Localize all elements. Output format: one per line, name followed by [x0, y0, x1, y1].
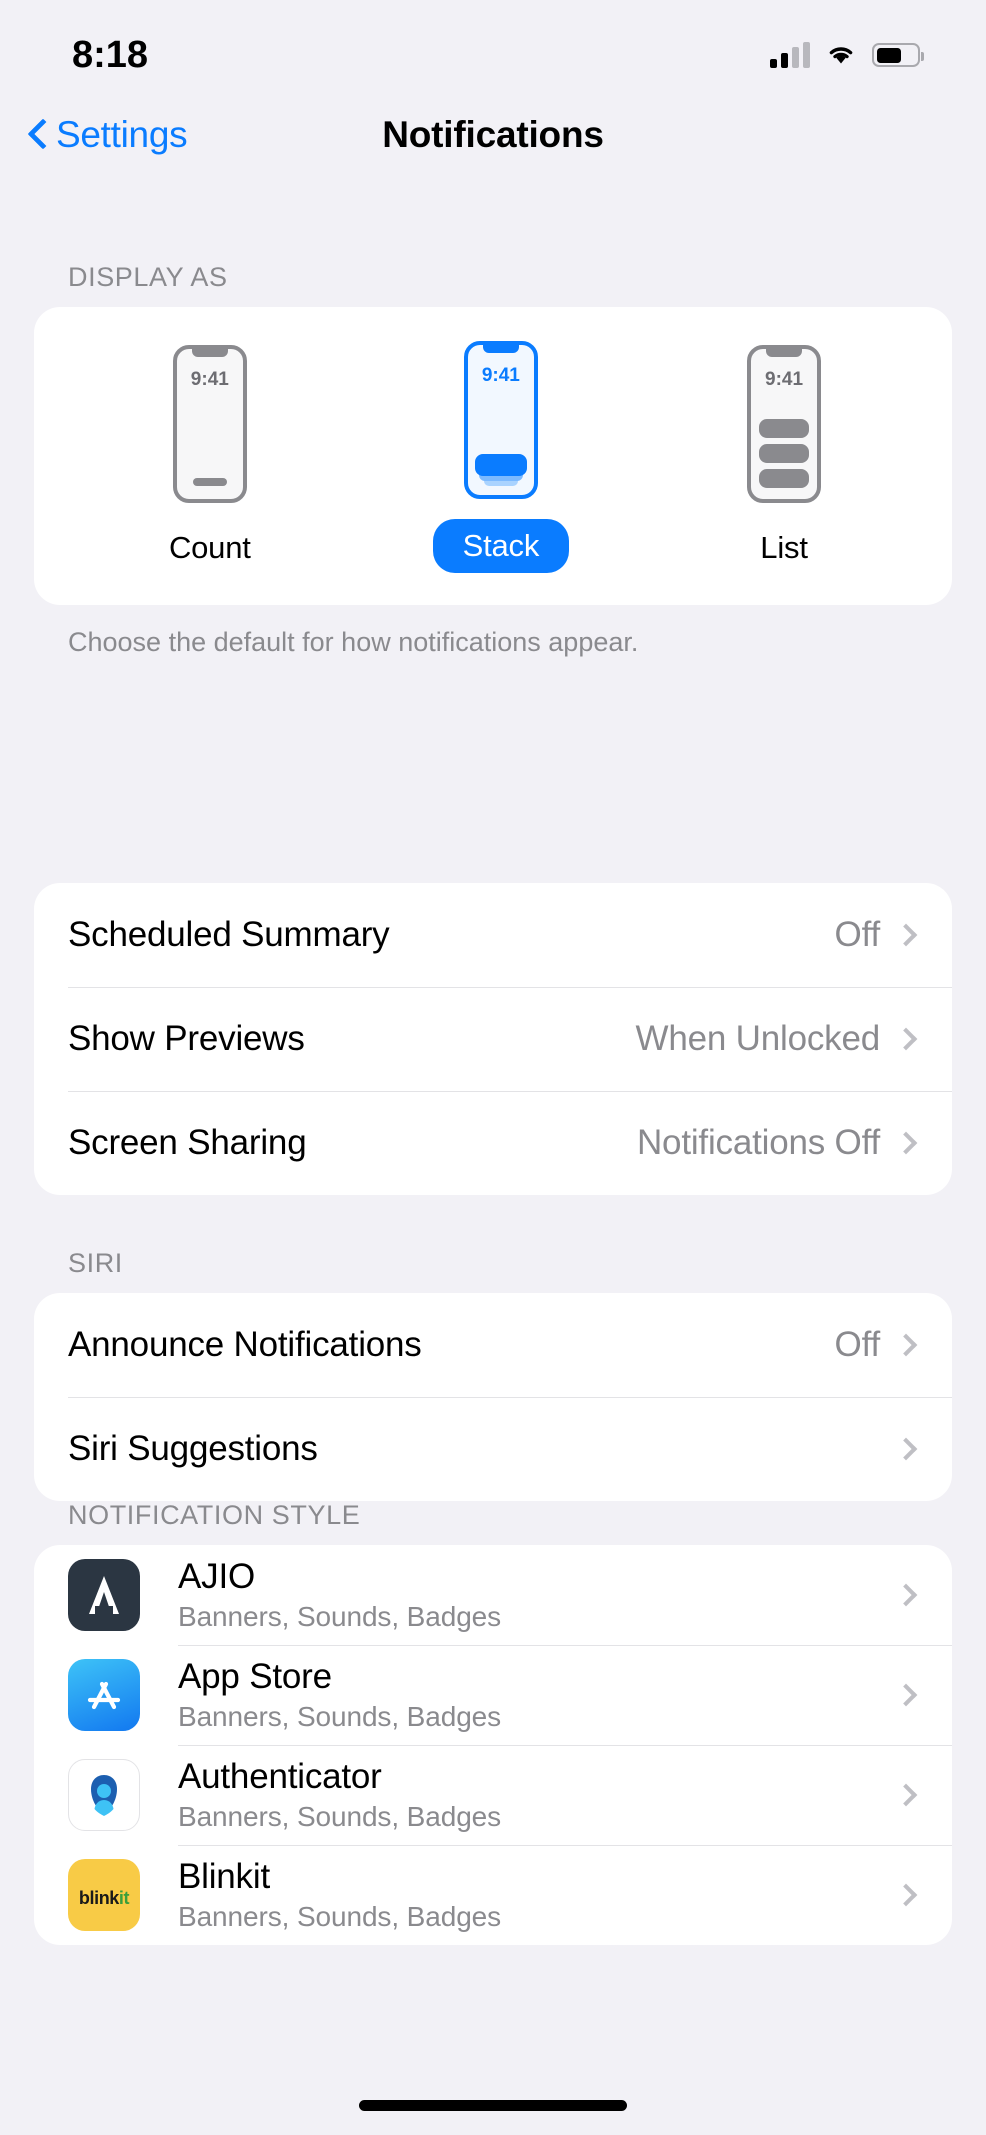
app-row-app-store[interactable]: App Store Banners, Sounds, Badges: [34, 1645, 952, 1745]
app-text: App Store Banners, Sounds, Badges: [178, 1657, 898, 1733]
app-row-authenticator[interactable]: Authenticator Banners, Sounds, Badges: [34, 1745, 952, 1845]
wifi-icon: [829, 47, 853, 64]
phone-notch: [482, 345, 519, 353]
notification-style-section: NOTIFICATION STYLE AJIO Banners, Sounds,…: [0, 1500, 986, 1945]
back-button-label: Settings: [56, 114, 188, 155]
row-label: Show Previews: [68, 1019, 305, 1058]
app-row-ajio[interactable]: AJIO Banners, Sounds, Badges: [34, 1545, 952, 1645]
row-screen-sharing[interactable]: Screen Sharing Notifications Off: [34, 1091, 952, 1195]
row-siri-suggestions[interactable]: Siri Suggestions: [34, 1397, 952, 1501]
app-subtitle: Banners, Sounds, Badges: [178, 1801, 502, 1832]
row-value: Notifications Off: [636, 1123, 880, 1162]
chevron-right-icon: [894, 1333, 918, 1357]
app-store-app-icon: [68, 1659, 140, 1731]
home-indicator[interactable]: [359, 2100, 627, 2111]
display-option-stack[interactable]: 9:41 Stack: [432, 341, 570, 573]
preview-time: 9:41: [765, 369, 804, 390]
display-option-label-list: List: [760, 530, 808, 565]
cellular-signal-icon: [770, 42, 810, 68]
chevron-left-icon: [28, 118, 48, 152]
row-show-previews[interactable]: Show Previews When Unlocked: [34, 987, 952, 1091]
app-subtitle: Banners, Sounds, Badges: [178, 1701, 502, 1732]
chevron-right-icon: [894, 923, 918, 947]
list-rows-graphic: [759, 419, 810, 488]
chevron-right-icon: [894, 1583, 918, 1607]
stack-preview-phone: 9:41: [463, 341, 538, 499]
display-as-options: 9:41 Count 9:41 Stack 9:41 List: [34, 341, 952, 573]
app-name: App Store: [178, 1657, 332, 1696]
display-as-card: 9:41 Count 9:41 Stack 9:41 List: [34, 307, 952, 605]
battery-icon: [872, 43, 924, 67]
list-preview-phone: 9:41: [747, 345, 822, 503]
display-option-label-count: Count: [168, 530, 251, 565]
app-name: Blinkit: [178, 1857, 270, 1896]
chevron-right-icon: [894, 1027, 918, 1051]
row-label: Announce Notifications: [68, 1325, 422, 1364]
row-label: Screen Sharing: [68, 1123, 307, 1162]
app-row-blinkit[interactable]: blinkit Blinkit Banners, Sounds, Badges: [34, 1845, 952, 1945]
app-text: AJIO Banners, Sounds, Badges: [178, 1557, 898, 1633]
count-preview-phone: 9:41: [172, 345, 247, 503]
chevron-right-icon: [894, 1883, 918, 1907]
general-settings-card: Scheduled Summary Off Show Previews When…: [34, 883, 952, 1195]
ajio-app-icon: [68, 1559, 140, 1631]
notification-style-card: AJIO Banners, Sounds, Badges App Store B…: [34, 1545, 952, 1945]
app-text: Authenticator Banners, Sounds, Badges: [178, 1757, 898, 1833]
notification-style-header: NOTIFICATION STYLE: [68, 1500, 361, 1530]
notifications-settings-screen: 8:18 Notifications Settings DISPLAY AS 9…: [0, 0, 986, 2135]
display-option-list[interactable]: 9:41 List: [747, 345, 822, 573]
display-option-label-stack: Stack: [432, 519, 570, 573]
stack-cards-graphic: [474, 446, 527, 486]
blinkit-app-icon: blinkit: [68, 1859, 140, 1931]
chevron-right-icon: [894, 1783, 918, 1807]
display-as-footnote: Choose the default for how notifications…: [68, 627, 639, 657]
authenticator-app-icon: [68, 1759, 140, 1831]
siri-section: SIRI Announce Notifications Off Siri Sug…: [0, 1248, 986, 1501]
display-as-header: DISPLAY AS: [68, 262, 228, 292]
general-settings-group: Scheduled Summary Off Show Previews When…: [0, 883, 986, 1195]
row-announce-notifications[interactable]: Announce Notifications Off: [34, 1293, 952, 1397]
row-value: Off: [834, 915, 881, 954]
row-scheduled-summary[interactable]: Scheduled Summary Off: [34, 883, 952, 987]
status-bar: 8:18: [0, 0, 986, 96]
row-label: Scheduled Summary: [68, 915, 390, 954]
chevron-right-icon: [894, 1131, 918, 1155]
row-value: When Unlocked: [635, 1019, 881, 1058]
display-as-section: DISPLAY AS 9:41 Count 9:41 Stack 9:41 Li…: [0, 262, 986, 660]
app-subtitle: Banners, Sounds, Badges: [178, 1901, 502, 1932]
phone-notch: [191, 349, 228, 357]
app-name: Authenticator: [178, 1757, 382, 1796]
navigation-bar: Notifications Settings: [0, 96, 986, 174]
back-button[interactable]: Settings: [28, 96, 188, 174]
chevron-right-icon: [894, 1437, 918, 1461]
row-label: Siri Suggestions: [68, 1429, 318, 1468]
row-value: Off: [834, 1325, 881, 1364]
app-subtitle: Banners, Sounds, Badges: [178, 1601, 502, 1632]
app-text: Blinkit Banners, Sounds, Badges: [178, 1857, 898, 1933]
display-option-count[interactable]: 9:41 Count: [165, 345, 255, 573]
status-bar-time: 8:18: [72, 33, 149, 76]
app-name: AJIO: [178, 1557, 255, 1596]
count-badge-pill: [192, 478, 227, 486]
status-bar-indicators: [770, 28, 924, 68]
siri-card: Announce Notifications Off Siri Suggesti…: [34, 1293, 952, 1501]
phone-notch: [766, 349, 803, 357]
siri-header: SIRI: [68, 1248, 123, 1278]
blinkit-wordmark: blinkit: [78, 1888, 130, 1908]
chevron-right-icon: [894, 1683, 918, 1707]
preview-time: 9:41: [481, 365, 520, 386]
preview-time: 9:41: [190, 369, 229, 390]
